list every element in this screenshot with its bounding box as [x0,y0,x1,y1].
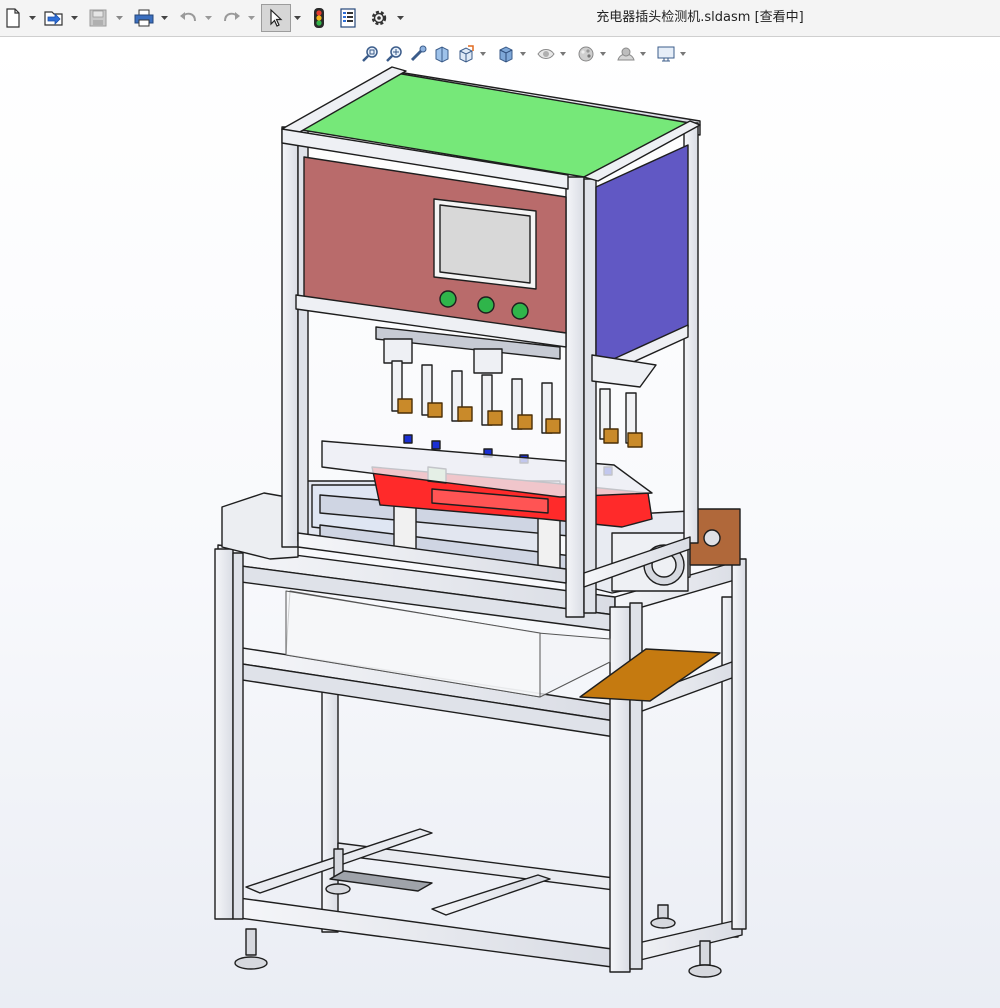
print-dropdown[interactable] [159,4,169,32]
assembly-model[interactable] [0,37,1000,1008]
redo-icon [224,12,240,22]
print-button[interactable] [131,4,157,32]
hmi-touchscreen [433,198,537,290]
redo-dropdown[interactable] [246,4,256,32]
new-document-icon [6,8,20,28]
undo-dropdown[interactable] [203,4,213,32]
traffic-light-icon [314,8,324,28]
new-document-dropdown[interactable] [27,4,37,32]
open-button[interactable] [42,4,66,32]
options-button[interactable] [367,4,391,32]
select-arrow-icon [270,8,283,27]
chevron-down-icon [293,16,301,20]
menu-toolbar: 充电器插头检测机.sldasm [查看中] [0,0,1000,37]
chevron-down-icon [160,16,168,20]
save-button[interactable] [86,4,110,32]
chevron-down-icon [28,16,36,20]
rebuild-button[interactable] [308,4,330,32]
chevron-down-icon [204,16,212,20]
undo-button[interactable] [176,4,200,32]
chevron-down-icon [396,16,404,20]
chevron-down-icon [247,16,255,20]
print-icon [134,9,154,27]
chevron-down-icon [70,16,78,20]
new-document-button[interactable] [2,4,24,32]
chevron-down-icon [115,16,123,20]
file-properties-icon [340,8,356,28]
select-dropdown[interactable] [292,4,302,32]
undo-icon [180,12,196,22]
save-dropdown[interactable] [114,4,124,32]
file-properties-button[interactable] [336,4,360,32]
save-icon [89,9,107,27]
options-dropdown[interactable] [395,4,405,32]
graphics-area[interactable] [0,37,1000,1008]
open-folder-icon [44,11,63,26]
gear-icon [371,10,387,26]
window-title: 充电器插头检测机.sldasm [查看中] [596,10,804,25]
select-button[interactable] [261,4,291,32]
redo-button[interactable] [220,4,244,32]
open-dropdown[interactable] [69,4,79,32]
